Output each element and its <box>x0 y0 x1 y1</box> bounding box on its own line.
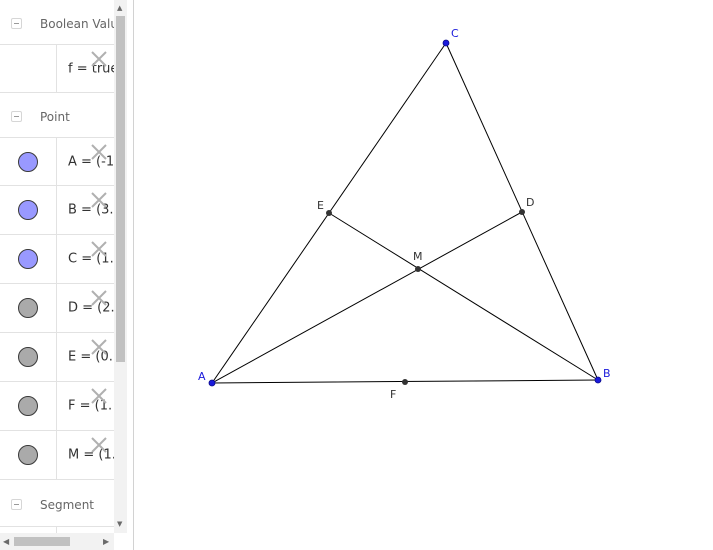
point-D[interactable] <box>519 209 525 215</box>
list-item-segment[interactable] <box>0 526 114 533</box>
geometry-canvas[interactable]: A B C D E F M <box>134 0 713 550</box>
point-F[interactable] <box>402 379 408 385</box>
marble-cell <box>0 235 57 283</box>
group-header-boolean[interactable]: Boolean Value <box>0 0 114 48</box>
marble-cell <box>0 45 57 92</box>
scrollbar-thumb[interactable] <box>116 16 125 362</box>
visibility-toggle[interactable] <box>18 445 38 465</box>
minus-icon[interactable] <box>11 111 22 122</box>
marble-cell <box>0 284 57 332</box>
close-icon[interactable] <box>90 240 108 258</box>
visibility-toggle[interactable] <box>18 396 38 416</box>
list-item-B[interactable]: B = (3. <box>0 186 114 235</box>
list-item-f[interactable]: f = true <box>0 44 114 93</box>
list-item-C[interactable]: C = (1. <box>0 235 114 284</box>
horizontal-scrollbar[interactable]: ◀ ▶ <box>0 533 114 550</box>
visibility-toggle[interactable] <box>18 249 38 269</box>
algebra-view: Boolean Value f = true Point A = (-1. B … <box>0 0 127 550</box>
close-icon[interactable] <box>90 289 108 307</box>
group-label: Point <box>40 110 70 124</box>
marble-cell <box>0 138 57 185</box>
visibility-toggle[interactable] <box>18 347 38 367</box>
label-D: D <box>526 196 534 209</box>
list-item-M[interactable]: M = (1. <box>0 431 114 480</box>
vertical-scrollbar[interactable]: ▲ ▼ <box>114 0 127 533</box>
label-B: B <box>603 367 611 380</box>
scroll-left-arrow-icon[interactable]: ◀ <box>3 537 9 546</box>
label-F: F <box>390 388 396 401</box>
point-M[interactable] <box>415 266 421 272</box>
marble-cell <box>0 382 57 430</box>
close-icon[interactable] <box>90 191 108 209</box>
list-item-F[interactable]: F = (1. <box>0 382 114 431</box>
segment-AD[interactable] <box>211 211 523 384</box>
point-E[interactable] <box>326 210 332 216</box>
group-header-segment[interactable]: Segment <box>0 481 114 529</box>
visibility-toggle[interactable] <box>18 298 38 318</box>
scrollbar-thumb[interactable] <box>14 537 70 546</box>
algebra-list: Boolean Value f = true Point A = (-1. B … <box>0 0 114 533</box>
marble-cell <box>0 333 57 381</box>
visibility-toggle[interactable] <box>18 151 38 172</box>
close-icon[interactable] <box>90 50 108 68</box>
scroll-up-arrow-icon[interactable]: ▲ <box>117 4 122 12</box>
visibility-toggle[interactable] <box>18 200 38 220</box>
list-item-A[interactable]: A = (-1. <box>0 137 114 186</box>
scroll-down-arrow-icon[interactable]: ▼ <box>117 520 122 528</box>
point-A[interactable] <box>208 379 216 387</box>
minus-icon[interactable] <box>11 499 22 510</box>
group-label: Boolean Value <box>40 17 114 31</box>
marble-cell <box>0 431 57 479</box>
close-icon[interactable] <box>90 338 108 356</box>
close-icon[interactable] <box>90 436 108 454</box>
close-icon[interactable] <box>90 387 108 405</box>
point-C[interactable] <box>442 39 450 47</box>
list-item-D[interactable]: D = (2. <box>0 284 114 333</box>
point-B[interactable] <box>594 376 602 384</box>
scroll-right-arrow-icon[interactable]: ▶ <box>103 537 109 546</box>
label-C: C <box>451 27 459 40</box>
label-A: A <box>198 370 206 383</box>
label-M: M <box>413 250 423 263</box>
marble-cell <box>0 186 57 234</box>
list-item-E[interactable]: E = (0. <box>0 333 114 382</box>
group-label: Segment <box>40 498 94 512</box>
minus-icon[interactable] <box>11 18 22 29</box>
label-E: E <box>317 199 324 212</box>
close-icon[interactable] <box>90 143 108 161</box>
group-header-point[interactable]: Point <box>0 93 114 141</box>
graphics-view[interactable]: A B C D E F M <box>134 0 713 550</box>
